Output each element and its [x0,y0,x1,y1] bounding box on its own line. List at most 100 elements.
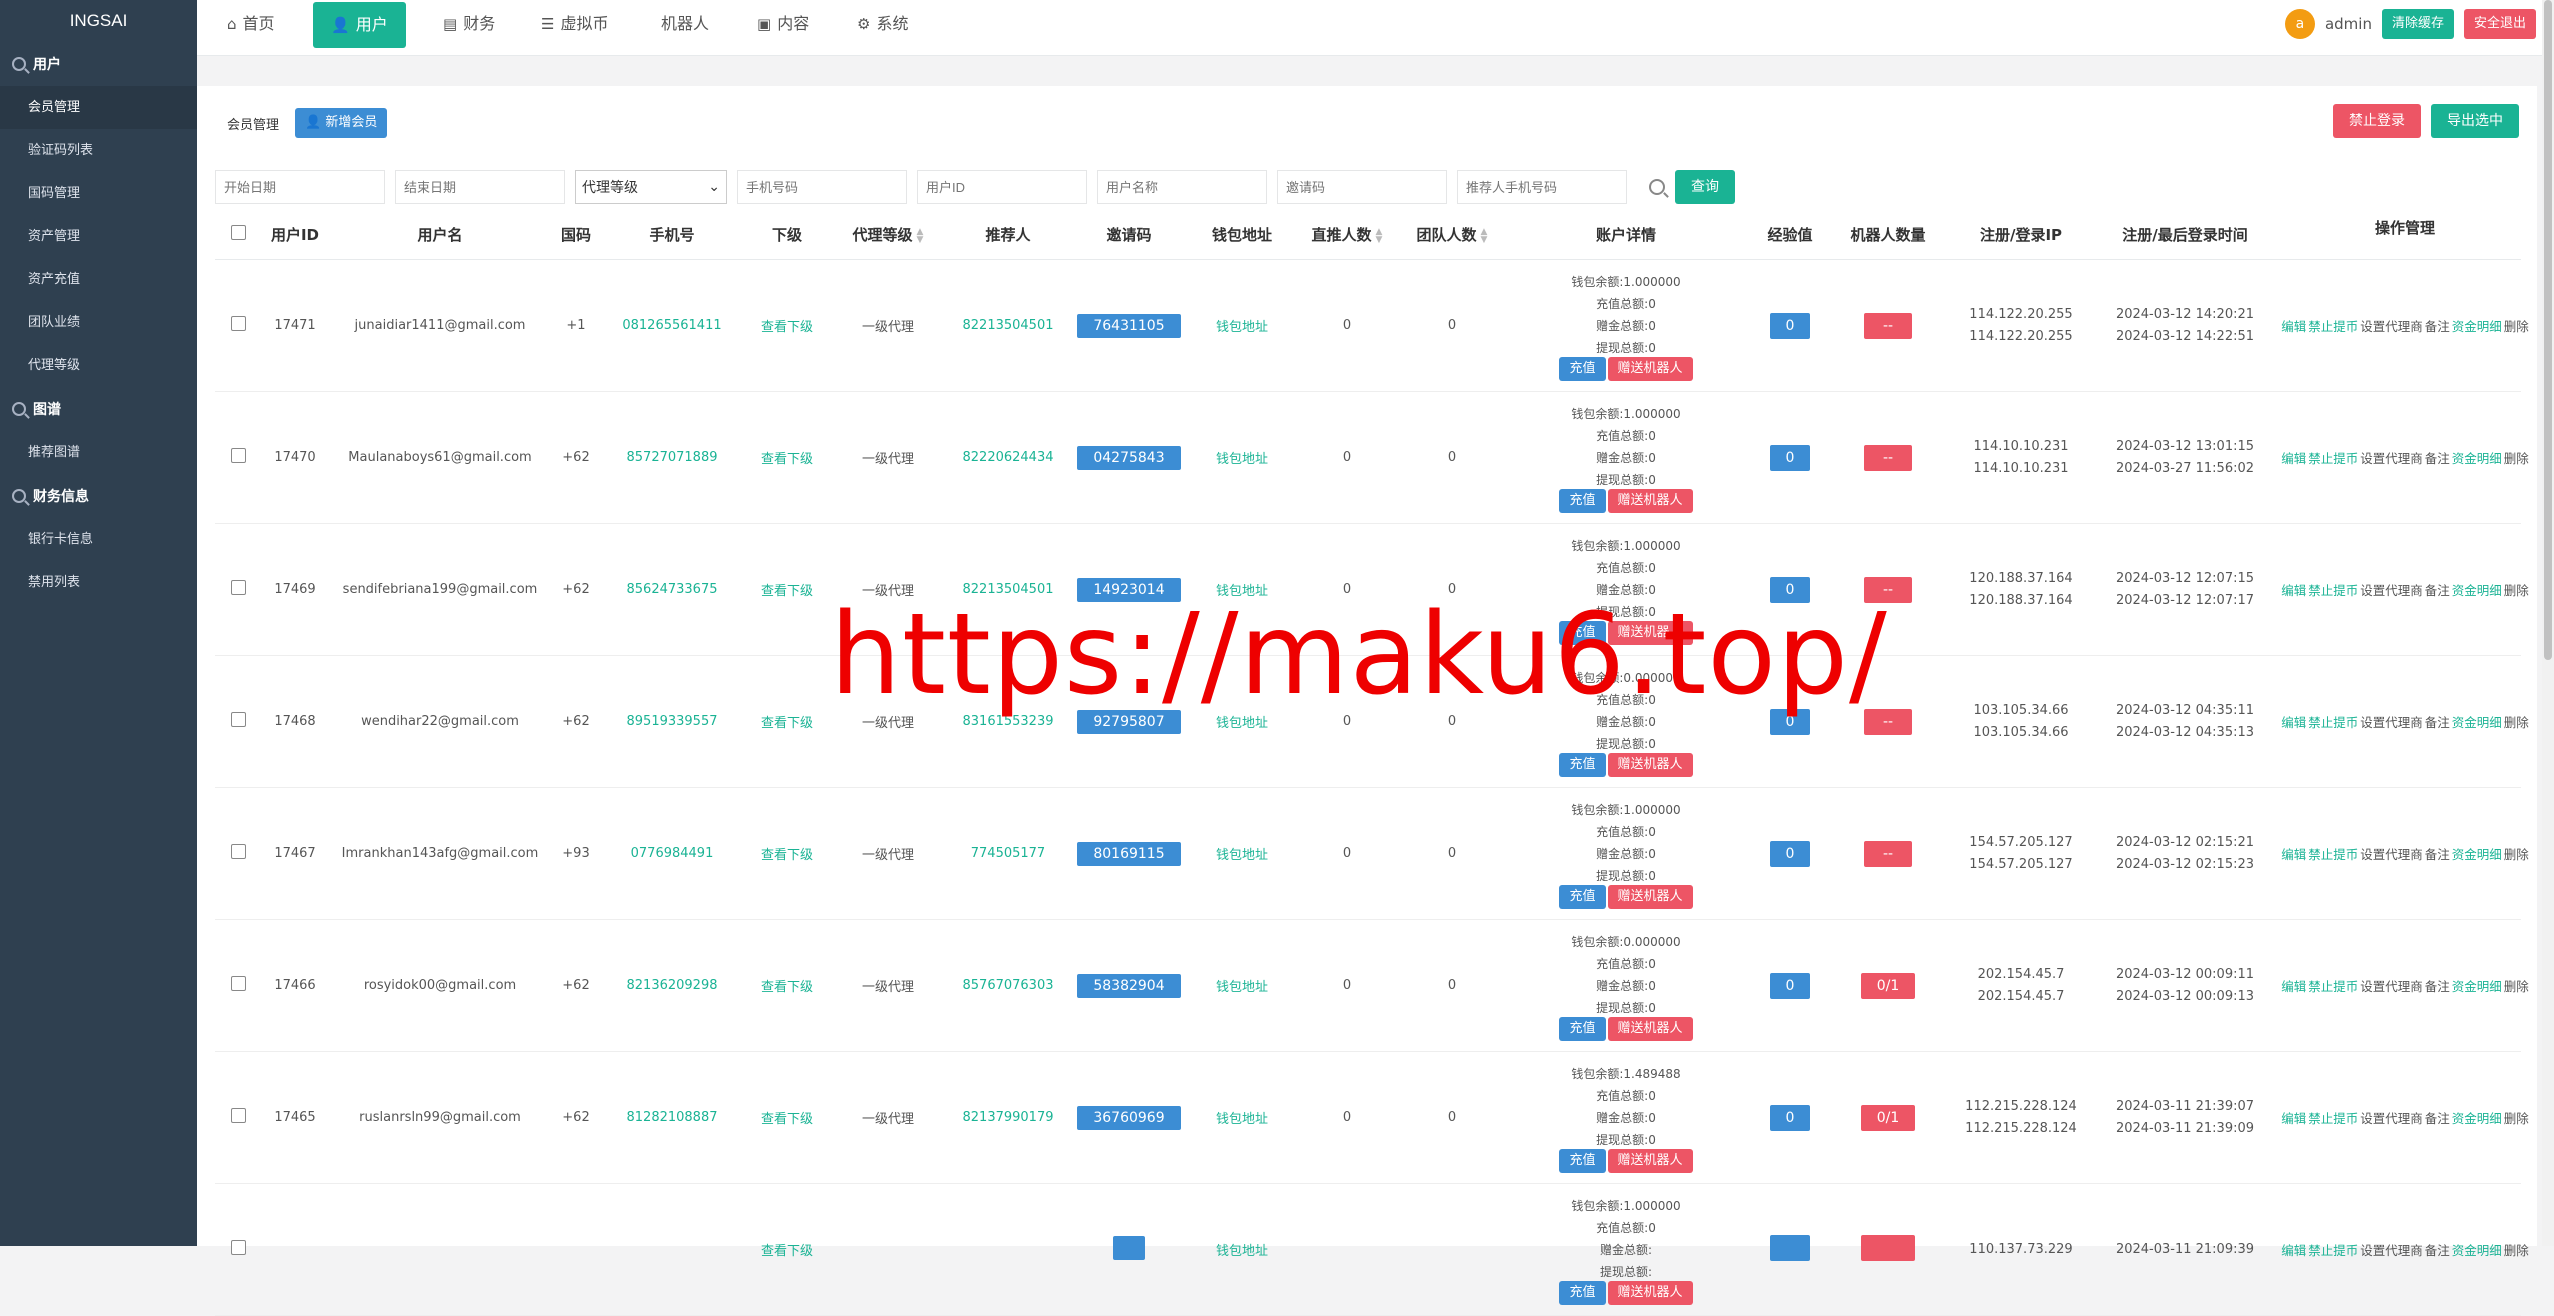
row-checkbox[interactable] [230,580,246,595]
invite-code-badge[interactable]: 04275843 [1077,445,1181,470]
ban-withdraw-link[interactable]: 禁止提币 [2308,451,2358,466]
experience-badge[interactable]: 0 [1770,1104,1810,1131]
robot-count-badge[interactable]: -- [1864,708,1912,735]
view-subordinates-link[interactable]: 查看下级 [743,1240,831,1259]
wallet-address-link[interactable]: 钱包地址 [1187,580,1297,599]
wallet-address-link[interactable]: 钱包地址 [1187,1240,1297,1259]
col-username[interactable]: 用户名 [329,224,551,245]
delete-link[interactable]: 删除 [2504,1243,2529,1258]
col-account-details[interactable]: 账户详情 [1507,224,1745,245]
edit-link[interactable]: 编辑 [2281,451,2306,466]
sidebar-item-country-code[interactable]: 国码管理 [0,172,197,215]
tab-robot[interactable]: 机器人 [643,0,727,48]
ban-withdraw-link[interactable]: 禁止提币 [2308,1243,2358,1258]
agent-level-select[interactable]: 代理等级 ⌄ [575,170,727,204]
edit-link[interactable]: 编辑 [2281,1243,2306,1258]
cell-referrer-link[interactable]: 82213504501 [945,582,1071,597]
experience-badge[interactable]: 0 [1770,840,1810,867]
ban-withdraw-link[interactable]: 禁止提币 [2308,979,2358,994]
funds-detail-link[interactable]: 资金明细 [2452,319,2502,334]
experience-badge[interactable]: 0 [1770,312,1810,339]
robot-count-badge[interactable]: 0/1 [1861,1104,1915,1131]
robot-count-badge[interactable] [1861,1234,1915,1261]
view-subordinates-link[interactable]: 查看下级 [743,316,831,335]
wallet-address-link[interactable]: 钱包地址 [1187,316,1297,335]
edit-link[interactable]: 编辑 [2281,979,2306,994]
col-user-id[interactable]: 用户ID [261,224,329,245]
ban-login-button[interactable]: 禁止登录 [2333,104,2421,138]
recharge-button[interactable]: 充值 [1559,884,1606,909]
delete-link[interactable]: 删除 [2504,583,2529,598]
funds-detail-link[interactable]: 资金明细 [2452,847,2502,862]
robot-count-badge[interactable]: -- [1864,444,1912,471]
set-agent-link[interactable]: 设置代理商 [2360,451,2423,466]
export-selected-button[interactable]: 导出选中 [2431,104,2519,138]
cell-referrer-link[interactable]: 82137990179 [945,1110,1071,1125]
col-referrer[interactable]: 推荐人 [945,224,1071,245]
ban-withdraw-link[interactable]: 禁止提币 [2308,319,2358,334]
col-agent-level[interactable]: 代理等级 ▲ ▼ [831,224,945,245]
delete-link[interactable]: 删除 [2504,1111,2529,1126]
start-date-input[interactable] [215,170,385,204]
ban-withdraw-link[interactable]: 禁止提币 [2308,583,2358,598]
edit-link[interactable]: 编辑 [2281,583,2306,598]
delete-link[interactable]: 删除 [2504,979,2529,994]
note-link[interactable]: 备注 [2425,1111,2450,1126]
wallet-address-link[interactable]: 钱包地址 [1187,976,1297,995]
cell-referrer-link[interactable]: 82213504501 [945,318,1071,333]
funds-detail-link[interactable]: 资金明细 [2452,979,2502,994]
set-agent-link[interactable]: 设置代理商 [2360,715,2423,730]
scrollbar[interactable] [2542,0,2554,1246]
funds-detail-link[interactable]: 资金明细 [2452,715,2502,730]
admin-name[interactable]: admin [2325,15,2372,33]
gift-robot-button[interactable]: 赠送机器人 [1607,1280,1693,1305]
invite-code-badge[interactable]: 58382904 [1077,973,1181,998]
invite-code-badge[interactable]: 92795807 [1077,709,1181,734]
wallet-address-link[interactable]: 钱包地址 [1187,448,1297,467]
recharge-button[interactable]: 充值 [1559,620,1606,645]
gift-robot-button[interactable]: 赠送机器人 [1607,752,1693,777]
tab-finance[interactable]: ▤ 财务 [425,0,513,48]
cell-phone-link[interactable]: 81282108887 [601,1110,743,1125]
recharge-button[interactable]: 充值 [1559,1280,1606,1305]
user-name-input[interactable] [1097,170,1267,204]
wallet-address-link[interactable]: 钱包地址 [1187,1108,1297,1127]
robot-count-badge[interactable]: 0/1 [1861,972,1915,999]
sidebar-item-referral-graph[interactable]: 推荐图谱 [0,431,197,474]
note-link[interactable]: 备注 [2425,715,2450,730]
avatar[interactable]: a [2284,9,2315,39]
add-member-button[interactable]: 👤 新增会员 [295,108,388,138]
ban-withdraw-link[interactable]: 禁止提币 [2308,715,2358,730]
logout-button[interactable]: 安全退出 [2463,9,2536,39]
sidebar-item-bank-cards[interactable]: 银行卡信息 [0,518,197,561]
experience-badge[interactable]: 0 [1770,708,1810,735]
invite-code-badge[interactable]: 80169115 [1077,841,1181,866]
view-subordinates-link[interactable]: 查看下级 [743,1108,831,1127]
robot-count-badge[interactable]: -- [1864,312,1912,339]
gift-robot-button[interactable]: 赠送机器人 [1607,356,1693,381]
row-checkbox[interactable] [230,844,246,859]
recharge-button[interactable]: 充值 [1559,356,1606,381]
col-actions[interactable]: 操作管理 [2269,217,2541,238]
note-link[interactable]: 备注 [2425,319,2450,334]
funds-detail-link[interactable]: 资金明细 [2452,583,2502,598]
recharge-button[interactable]: 充值 [1559,488,1606,513]
sidebar-group-header[interactable]: 财务信息 [0,474,197,518]
set-agent-link[interactable]: 设置代理商 [2360,847,2423,862]
invite-code-badge[interactable] [1113,1235,1145,1260]
recharge-button[interactable]: 充值 [1559,1016,1606,1041]
scrollbar-thumb[interactable] [2544,0,2552,660]
edit-link[interactable]: 编辑 [2281,319,2306,334]
row-checkbox[interactable] [230,316,246,331]
set-agent-link[interactable]: 设置代理商 [2360,1243,2423,1258]
robot-count-badge[interactable]: -- [1864,576,1912,603]
invite-code-badge[interactable]: 76431105 [1077,313,1181,338]
cell-referrer-link[interactable]: 83161553239 [945,714,1071,729]
funds-detail-link[interactable]: 资金明细 [2452,1111,2502,1126]
col-invite-code[interactable]: 邀请码 [1071,224,1187,245]
col-subordinates[interactable]: 下级 [743,224,831,245]
cell-referrer-link[interactable]: 774505177 [945,846,1071,861]
col-wallet[interactable]: 钱包地址 [1187,224,1297,245]
experience-badge[interactable] [1770,1234,1810,1261]
phone-input[interactable] [737,170,907,204]
